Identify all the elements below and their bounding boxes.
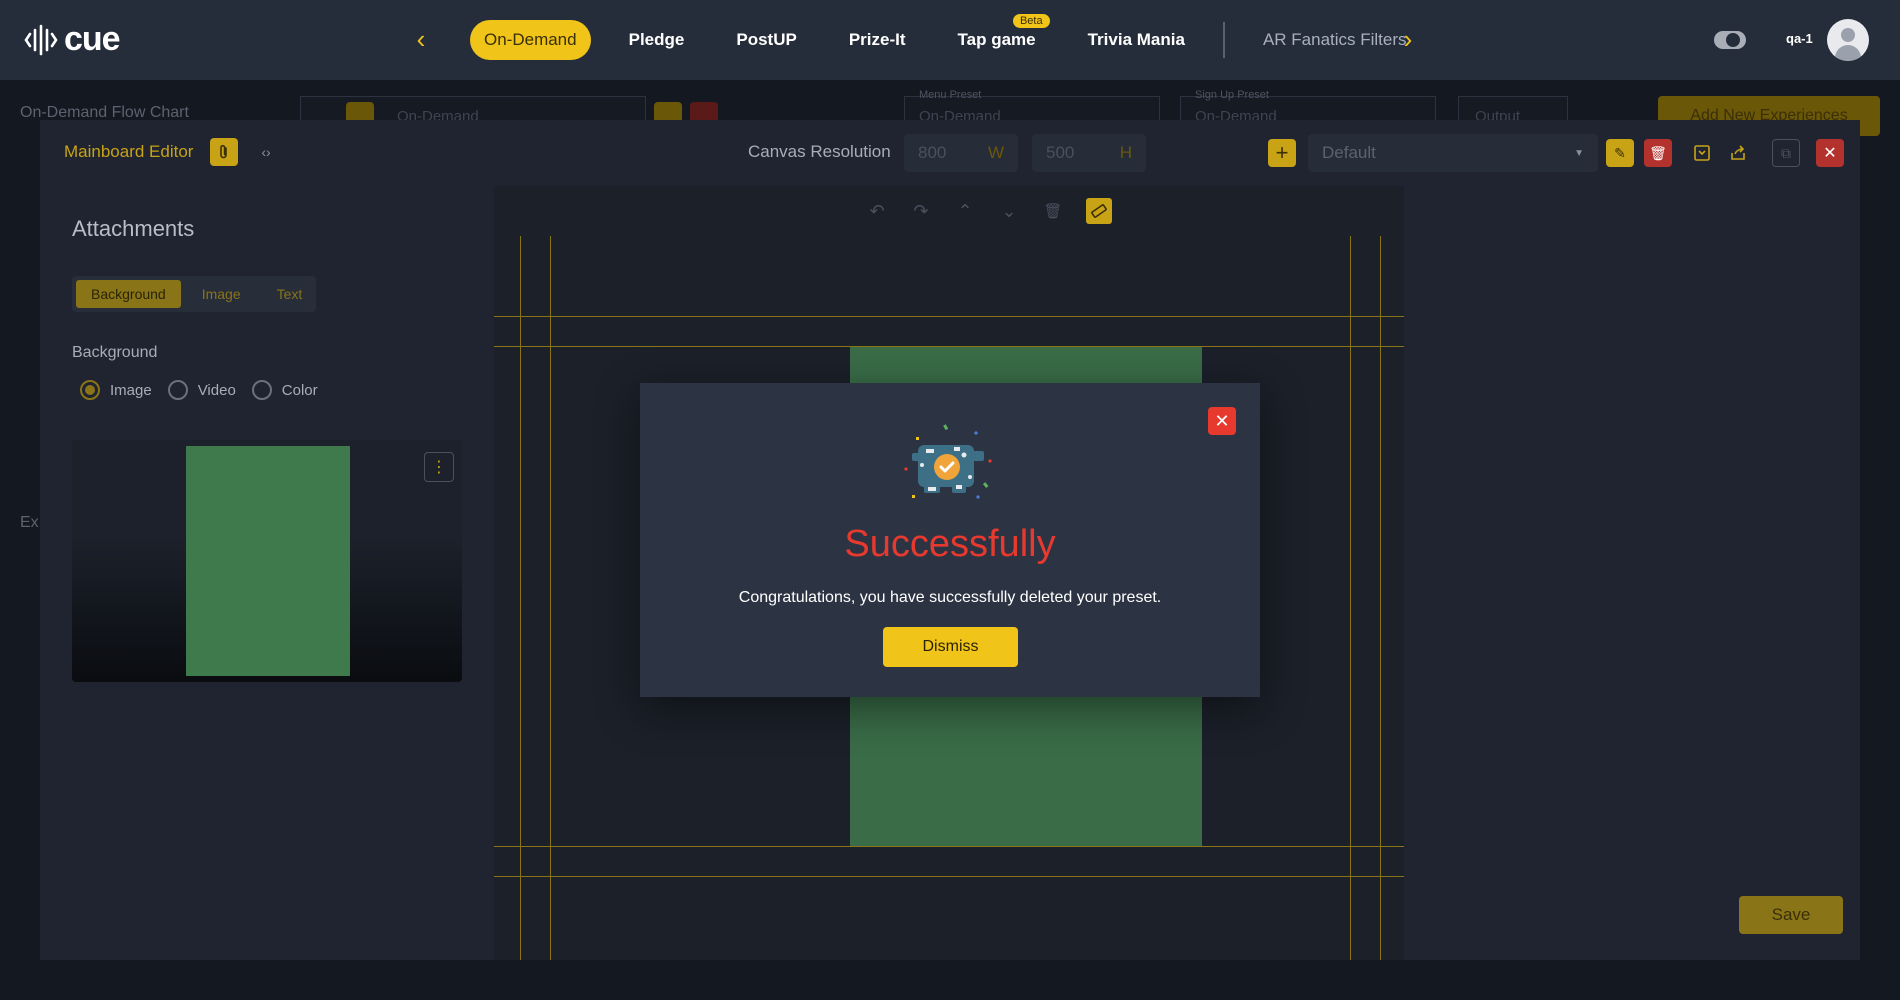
brand-logo[interactable]: cue — [24, 20, 121, 59]
brand-name: cue — [64, 20, 121, 58]
move-up-icon[interactable]: ⌃ — [952, 198, 978, 224]
nav-tab-tap-game[interactable]: Tap game Beta — [944, 14, 1050, 60]
nav-prev-arrow-icon[interactable]: ‹ — [409, 26, 433, 52]
tab-image[interactable]: Image — [187, 280, 256, 308]
redo-icon[interactable]: ↷ — [908, 198, 934, 224]
chevron-down-icon: ▼ — [1574, 147, 1584, 159]
success-illustration — [904, 424, 992, 499]
user-name: qa-1 — [1786, 31, 1813, 46]
signup-preset-label: Sign Up Preset — [1195, 89, 1269, 101]
attachments-title: Attachments — [72, 216, 195, 241]
canvas-height-input[interactable]: 500 H — [1032, 134, 1146, 172]
avatar[interactable] — [1827, 19, 1869, 61]
guide-line — [494, 316, 1404, 317]
delete-layer-icon[interactable]: 🗑 — [1040, 198, 1066, 224]
close-icon[interactable]: ✕ — [1208, 407, 1236, 435]
editor-header: Mainboard Editor ‹› Canvas Resolution 80… — [40, 120, 1860, 184]
modal-message: Congratulations, you have successfully d… — [738, 589, 1162, 606]
guide-line — [1350, 236, 1351, 960]
guide-line — [494, 876, 1404, 877]
nav-divider — [1222, 22, 1225, 58]
delete-preset-icon[interactable]: 🗑 — [1644, 139, 1672, 167]
success-modal: ✕ Successfully Congratulations, you have… — [640, 383, 1260, 697]
undo-icon[interactable]: ↶ — [864, 198, 890, 224]
nav-next-arrow-icon[interactable]: › — [1396, 26, 1420, 52]
experiences-label: Ex — [20, 514, 39, 531]
share-icon[interactable] — [1724, 139, 1752, 167]
move-down-icon[interactable]: ⌄ — [996, 198, 1022, 224]
nav-tab-on-demand[interactable]: On-Demand — [470, 20, 591, 60]
code-icon[interactable]: ‹› — [252, 138, 280, 166]
radio-label: Video — [197, 381, 236, 399]
duplicate-icon[interactable]: ⧉ — [1772, 139, 1800, 167]
nav-tab-label: Trivia Mania — [1087, 30, 1185, 49]
background-heading: Background — [72, 344, 158, 361]
nav-tab-label: On-Demand — [484, 30, 577, 49]
save-preset-icon[interactable] — [1688, 139, 1716, 167]
edit-preset-icon[interactable]: ✎ — [1606, 139, 1634, 167]
attachment-tabs: Background Image Text — [72, 276, 316, 312]
nav-tab-label: Prize-It — [848, 30, 906, 49]
nav-tabs: On-Demand Pledge PostUP Prize-It Tap gam… — [470, 14, 1445, 60]
ruler-icon[interactable] — [1086, 198, 1112, 224]
radio-label: Color — [281, 381, 318, 399]
tab-background[interactable]: Background — [76, 280, 181, 308]
guide-line — [520, 236, 521, 960]
nav-tab-label: Tap game — [957, 30, 1036, 49]
guide-line — [1380, 236, 1381, 960]
canvas-width-value: 800 — [918, 143, 947, 162]
radio-label: Image — [110, 381, 152, 399]
canvas-height-unit: H — [1119, 143, 1132, 162]
radio-circle — [251, 380, 272, 400]
dismiss-button[interactable]: Dismiss — [883, 627, 1018, 667]
tab-text[interactable]: Text — [262, 280, 318, 308]
waveform-icon — [24, 24, 58, 55]
save-button[interactable]: Save — [1739, 896, 1843, 934]
beta-badge: Beta — [1012, 14, 1050, 28]
radio-image[interactable]: Image — [80, 380, 152, 400]
background-thumbnail[interactable]: ⋮ — [72, 440, 462, 682]
canvas-width-input[interactable]: 800 W — [904, 134, 1018, 172]
preset-select[interactable]: Default ▼ — [1308, 134, 1598, 172]
radio-circle — [80, 380, 100, 400]
nav-tab-label: PostUP — [736, 30, 797, 49]
guide-line — [494, 846, 1404, 847]
modal-title: Successfully — [844, 523, 1056, 565]
guide-line — [550, 236, 551, 960]
add-preset-icon[interactable]: + — [1268, 139, 1296, 167]
more-vertical-icon[interactable]: ⋮ — [424, 452, 454, 482]
nav-tab-label: AR Fanatics Filters — [1262, 30, 1407, 49]
guide-line — [494, 346, 1404, 347]
nav-tab-label: Pledge — [628, 30, 685, 49]
nav-tab-prize-it[interactable]: Prize-It — [835, 20, 920, 60]
canvas-resolution-label: Canvas Resolution — [748, 142, 891, 161]
nav-tab-ar-fanatics-filters[interactable]: AR Fanatics Filters — [1249, 20, 1421, 60]
preset-select-value: Default — [1322, 143, 1376, 162]
close-editor-icon[interactable]: ✕ — [1816, 139, 1844, 167]
radio-circle — [167, 380, 188, 400]
nav-tab-trivia-mania[interactable]: Trivia Mania — [1074, 20, 1199, 60]
nav-tab-pledge[interactable]: Pledge — [615, 20, 699, 60]
nav-tab-postup[interactable]: PostUP — [722, 20, 810, 60]
canvas-width-unit: W — [987, 143, 1004, 162]
theme-toggle[interactable] — [1714, 31, 1746, 49]
menu-preset-label: Menu Preset — [919, 89, 982, 101]
radio-color[interactable]: Color — [251, 380, 318, 400]
editor-title: Mainboard Editor — [64, 142, 194, 161]
background-type-radios: Image Video Color — [80, 380, 318, 400]
canvas-toolbar: ↶ ↷ ⌃ ⌄ 🗑 — [494, 186, 1404, 236]
top-nav: cue ‹ On-Demand Pledge PostUP Prize-It T… — [0, 0, 1900, 80]
radio-video[interactable]: Video — [167, 380, 236, 400]
thumbnail-image — [186, 446, 350, 676]
canvas-height-value: 500 — [1046, 143, 1075, 162]
attachment-icon[interactable] — [210, 138, 238, 166]
